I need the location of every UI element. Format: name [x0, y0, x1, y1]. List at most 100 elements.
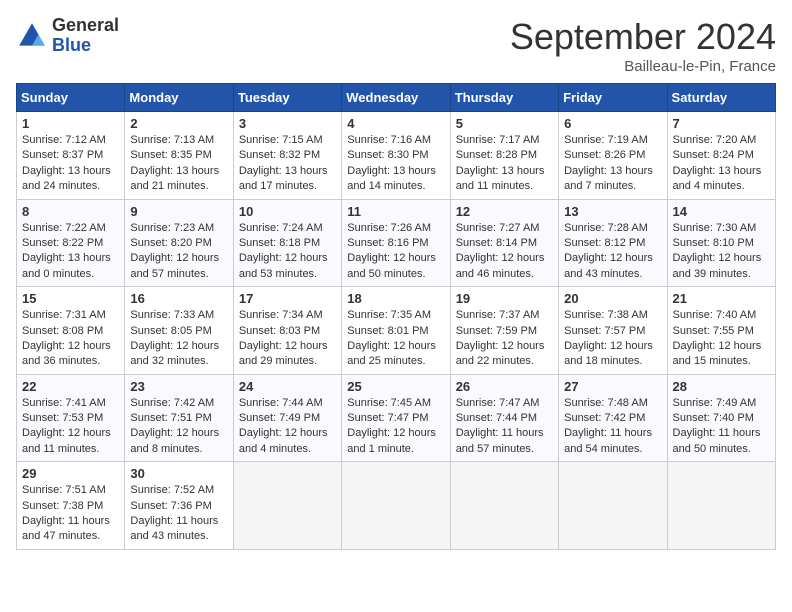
calendar-header-row: SundayMondayTuesdayWednesdayThursdayFrid…: [17, 84, 776, 112]
day-info: Sunrise: 7:31 AM Sunset: 8:08 PM Dayligh…: [22, 308, 119, 370]
logo-blue: Blue: [52, 36, 119, 56]
calendar-cell: 26Sunrise: 7:47 AM Sunset: 7:44 PM Dayli…: [450, 374, 558, 462]
day-info: Sunrise: 7:22 AM Sunset: 8:22 PM Dayligh…: [22, 221, 119, 283]
calendar-cell: 8 Sunrise: 7:22 AM Sunset: 8:22 PM Daylig…: [17, 199, 125, 287]
calendar-cell: 23 Sunrise: 7:42 AM Sunset: 7:51 PM Dayli…: [125, 374, 233, 462]
calendar-week-row: 22 Sunrise: 7:41 AM Sunset: 7:53 PM Dayli…: [17, 374, 776, 462]
day-info: Sunrise: 7:52 AM Sunset: 7:36 PM Dayligh…: [130, 483, 227, 545]
logo-general: General: [52, 16, 119, 36]
weekday-header-tuesday: Tuesday: [233, 84, 341, 112]
weekday-header-monday: Monday: [125, 84, 233, 112]
calendar-cell: 29 Sunrise: 7:51 AM Sunset: 7:38 PM Dayli…: [17, 462, 125, 550]
title-block: September 2024 Bailleau-le-Pin, France: [510, 16, 776, 75]
calendar-cell: 25 Sunrise: 7:45 AM Sunset: 7:47 PM Dayli…: [342, 374, 450, 462]
calendar-cell: 14 Sunrise: 7:30 AM Sunset: 8:10 PM Dayli…: [667, 199, 775, 287]
calendar-cell: 10Sunrise: 7:24 AM Sunset: 8:18 PM Dayli…: [233, 199, 341, 287]
day-number: 22: [22, 379, 119, 394]
day-number: 9: [130, 204, 227, 219]
location-subtitle: Bailleau-le-Pin, France: [510, 58, 776, 75]
day-info: Sunrise: 7:47 AM Sunset: 7:44 PM Dayligh…: [456, 396, 553, 458]
calendar-cell: [342, 462, 450, 550]
calendar-cell: 30Sunrise: 7:52 AM Sunset: 7:36 PM Dayli…: [125, 462, 233, 550]
calendar-cell: 3 Sunrise: 7:15 AM Sunset: 8:32 PM Daylig…: [233, 112, 341, 200]
calendar-cell: 15 Sunrise: 7:31 AM Sunset: 8:08 PM Dayli…: [17, 287, 125, 375]
day-info: Sunrise: 7:38 AM Sunset: 7:57 PM Dayligh…: [564, 308, 661, 370]
day-info: Sunrise: 7:30 AM Sunset: 8:10 PM Dayligh…: [673, 221, 770, 283]
day-info: Sunrise: 7:27 AM Sunset: 8:14 PM Dayligh…: [456, 221, 553, 283]
day-info: Sunrise: 7:23 AM Sunset: 8:20 PM Dayligh…: [130, 221, 227, 283]
day-number: 8: [22, 204, 119, 219]
calendar-cell: 17 Sunrise: 7:34 AM Sunset: 8:03 PM Dayli…: [233, 287, 341, 375]
day-number: 25: [347, 379, 444, 394]
calendar-cell: [233, 462, 341, 550]
day-number: 11: [347, 204, 444, 219]
calendar-cell: 6 Sunrise: 7:19 AM Sunset: 8:26 PM Daylig…: [559, 112, 667, 200]
calendar-cell: 18 Sunrise: 7:35 AM Sunset: 8:01 PM Dayli…: [342, 287, 450, 375]
calendar-cell: 11 Sunrise: 7:26 AM Sunset: 8:16 PM Dayli…: [342, 199, 450, 287]
day-info: Sunrise: 7:16 AM Sunset: 8:30 PM Dayligh…: [347, 133, 444, 195]
calendar-week-row: 29 Sunrise: 7:51 AM Sunset: 7:38 PM Dayli…: [17, 462, 776, 550]
day-info: Sunrise: 7:34 AM Sunset: 8:03 PM Dayligh…: [239, 308, 336, 370]
day-info: Sunrise: 7:28 AM Sunset: 8:12 PM Dayligh…: [564, 221, 661, 283]
day-info: Sunrise: 7:51 AM Sunset: 7:38 PM Dayligh…: [22, 483, 119, 545]
calendar-cell: 12 Sunrise: 7:27 AM Sunset: 8:14 PM Dayli…: [450, 199, 558, 287]
day-number: 6: [564, 116, 661, 131]
calendar-cell: 20Sunrise: 7:38 AM Sunset: 7:57 PM Dayli…: [559, 287, 667, 375]
day-info: Sunrise: 7:40 AM Sunset: 7:55 PM Dayligh…: [673, 308, 770, 370]
day-number: 12: [456, 204, 553, 219]
calendar-cell: 21Sunrise: 7:40 AM Sunset: 7:55 PM Dayli…: [667, 287, 775, 375]
day-number: 4: [347, 116, 444, 131]
month-title: September 2024: [510, 16, 776, 58]
calendar-cell: [667, 462, 775, 550]
calendar-table: SundayMondayTuesdayWednesdayThursdayFrid…: [16, 83, 776, 550]
day-info: Sunrise: 7:45 AM Sunset: 7:47 PM Dayligh…: [347, 396, 444, 458]
day-number: 14: [673, 204, 770, 219]
day-info: Sunrise: 7:19 AM Sunset: 8:26 PM Dayligh…: [564, 133, 661, 195]
day-number: 15: [22, 291, 119, 306]
day-info: Sunrise: 7:26 AM Sunset: 8:16 PM Dayligh…: [347, 221, 444, 283]
calendar-cell: 16 Sunrise: 7:33 AM Sunset: 8:05 PM Dayli…: [125, 287, 233, 375]
calendar-week-row: 8 Sunrise: 7:22 AM Sunset: 8:22 PM Daylig…: [17, 199, 776, 287]
day-number: 19: [456, 291, 553, 306]
day-info: Sunrise: 7:42 AM Sunset: 7:51 PM Dayligh…: [130, 396, 227, 458]
calendar-cell: 28Sunrise: 7:49 AM Sunset: 7:40 PM Dayli…: [667, 374, 775, 462]
calendar-cell: 5 Sunrise: 7:17 AM Sunset: 8:28 PM Daylig…: [450, 112, 558, 200]
day-number: 2: [130, 116, 227, 131]
day-number: 10: [239, 204, 336, 219]
day-info: Sunrise: 7:20 AM Sunset: 8:24 PM Dayligh…: [673, 133, 770, 195]
day-info: Sunrise: 7:49 AM Sunset: 7:40 PM Dayligh…: [673, 396, 770, 458]
day-info: Sunrise: 7:44 AM Sunset: 7:49 PM Dayligh…: [239, 396, 336, 458]
day-info: Sunrise: 7:41 AM Sunset: 7:53 PM Dayligh…: [22, 396, 119, 458]
day-number: 5: [456, 116, 553, 131]
logo: General Blue: [16, 16, 119, 56]
day-number: 3: [239, 116, 336, 131]
day-info: Sunrise: 7:17 AM Sunset: 8:28 PM Dayligh…: [456, 133, 553, 195]
day-info: Sunrise: 7:15 AM Sunset: 8:32 PM Dayligh…: [239, 133, 336, 195]
day-number: 29: [22, 466, 119, 481]
day-info: Sunrise: 7:37 AM Sunset: 7:59 PM Dayligh…: [456, 308, 553, 370]
day-info: Sunrise: 7:35 AM Sunset: 8:01 PM Dayligh…: [347, 308, 444, 370]
day-number: 18: [347, 291, 444, 306]
calendar-cell: 2 Sunrise: 7:13 AM Sunset: 8:35 PM Daylig…: [125, 112, 233, 200]
calendar-week-row: 15 Sunrise: 7:31 AM Sunset: 8:08 PM Dayli…: [17, 287, 776, 375]
day-info: Sunrise: 7:33 AM Sunset: 8:05 PM Dayligh…: [130, 308, 227, 370]
day-number: 16: [130, 291, 227, 306]
calendar-cell: 7Sunrise: 7:20 AM Sunset: 8:24 PM Daylig…: [667, 112, 775, 200]
calendar-cell: 13 Sunrise: 7:28 AM Sunset: 8:12 PM Dayli…: [559, 199, 667, 287]
calendar-week-row: 1 Sunrise: 7:12 AM Sunset: 8:37 PM Daylig…: [17, 112, 776, 200]
logo-text: General Blue: [52, 16, 119, 56]
page-header: General Blue September 2024 Bailleau-le-…: [16, 16, 776, 75]
weekday-header-thursday: Thursday: [450, 84, 558, 112]
weekday-header-saturday: Saturday: [667, 84, 775, 112]
day-number: 23: [130, 379, 227, 394]
day-number: 1: [22, 116, 119, 131]
weekday-header-sunday: Sunday: [17, 84, 125, 112]
day-info: Sunrise: 7:12 AM Sunset: 8:37 PM Dayligh…: [22, 133, 119, 195]
calendar-cell: [559, 462, 667, 550]
day-number: 27: [564, 379, 661, 394]
logo-icon: [16, 20, 48, 52]
calendar-cell: 22 Sunrise: 7:41 AM Sunset: 7:53 PM Dayli…: [17, 374, 125, 462]
day-number: 17: [239, 291, 336, 306]
day-info: Sunrise: 7:13 AM Sunset: 8:35 PM Dayligh…: [130, 133, 227, 195]
day-number: 13: [564, 204, 661, 219]
